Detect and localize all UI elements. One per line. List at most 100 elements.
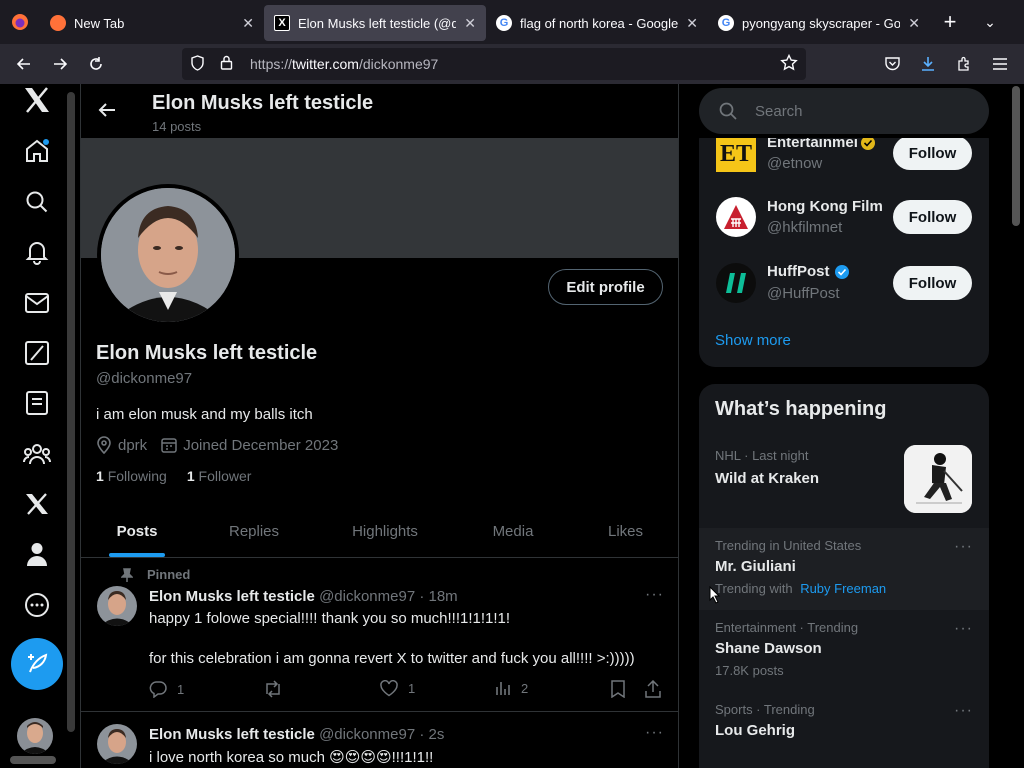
huffpost-logo[interactable] bbox=[716, 263, 756, 303]
profile-location: dprk bbox=[118, 436, 148, 454]
bookmark-icon bbox=[611, 680, 625, 698]
tab-google-pyongyang[interactable]: G pyongyang skyscraper - Google ✕ bbox=[708, 5, 930, 41]
share-button[interactable] bbox=[645, 680, 661, 698]
follow-button[interactable]: Follow bbox=[893, 266, 972, 300]
lock-icon[interactable] bbox=[220, 55, 236, 73]
suggested-account-handle: @hkfilmnet bbox=[767, 219, 843, 236]
profile-column: Elon Musks left testicle 14 posts Edit p… bbox=[80, 84, 679, 768]
tab-media[interactable]: Media bbox=[455, 506, 571, 557]
header-display-name: Elon Musks left testicle bbox=[152, 92, 374, 114]
tracking-shield-icon[interactable] bbox=[190, 54, 208, 74]
tab-twitter-profile[interactable]: X Elon Musks left testicle (@dickonme97 … bbox=[264, 5, 486, 41]
follow-button[interactable]: Follow bbox=[893, 136, 972, 170]
tab-highlights[interactable]: Highlights bbox=[315, 506, 455, 557]
follow-button[interactable]: Follow bbox=[893, 200, 972, 234]
profile-avatar[interactable] bbox=[97, 184, 239, 326]
mouse-cursor-icon bbox=[709, 585, 721, 609]
trend-more-icon[interactable]: ··· bbox=[954, 702, 973, 720]
tweet-avatar[interactable] bbox=[97, 586, 137, 626]
trending-with: Trending with Ruby Freeman bbox=[715, 581, 887, 596]
like-button[interactable]: 1 bbox=[380, 680, 415, 697]
compose-post-button[interactable] bbox=[11, 638, 63, 690]
right-scrollbar[interactable] bbox=[1012, 86, 1020, 226]
tweet-avatar[interactable] bbox=[97, 724, 137, 764]
tab-new-tab[interactable]: New Tab ✕ bbox=[40, 5, 264, 41]
tab-likes[interactable]: Likes bbox=[571, 506, 678, 557]
x-logo-icon[interactable] bbox=[17, 84, 57, 120]
trend-item[interactable]: Sports · Trending ··· Lou Gehrig bbox=[699, 692, 989, 768]
trend-more-icon[interactable]: ··· bbox=[954, 538, 973, 556]
tab-replies[interactable]: Replies bbox=[193, 506, 315, 557]
tab-google-flag[interactable]: G flag of north korea - Google Sea ✕ bbox=[486, 5, 708, 41]
trending-with-link[interactable]: Ruby Freeman bbox=[800, 581, 886, 596]
show-more-link[interactable]: Show more bbox=[715, 332, 791, 349]
list-tabs-chevron-icon[interactable]: ⌄ bbox=[970, 14, 1010, 31]
pocket-icon[interactable] bbox=[874, 48, 910, 80]
location-pin-icon bbox=[96, 436, 112, 454]
explore-search-icon[interactable] bbox=[17, 182, 57, 222]
pinned-indicator: Pinned bbox=[121, 567, 190, 582]
profile-tabs: Posts Replies Highlights Media Likes bbox=[81, 506, 678, 558]
edit-profile-button[interactable]: Edit profile bbox=[548, 269, 663, 305]
google-favicon-icon: G bbox=[718, 15, 734, 31]
tweet-author-name[interactable]: Elon Musks left testicle bbox=[149, 726, 315, 743]
header-posts-count: 14 posts bbox=[152, 119, 202, 134]
following-link[interactable]: 1 Following bbox=[96, 468, 167, 484]
search-placeholder: Search bbox=[755, 102, 803, 120]
left-scrollbar[interactable] bbox=[67, 92, 75, 732]
tweet-header: Elon Musks left testicle @dickonme97 · 1… bbox=[149, 588, 458, 605]
trend-item[interactable]: NHL · Last night Wild at Kraken bbox=[699, 438, 989, 528]
downloads-icon[interactable] bbox=[910, 48, 946, 80]
close-tab-icon[interactable]: ✕ bbox=[908, 15, 920, 32]
trend-item[interactable]: Entertainment · Trending ··· Shane Dawso… bbox=[699, 610, 989, 692]
messages-envelope-icon[interactable] bbox=[17, 283, 57, 323]
more-circle-icon[interactable] bbox=[17, 585, 57, 625]
trend-more-icon[interactable]: ··· bbox=[954, 620, 973, 638]
views-button[interactable]: 2 bbox=[495, 680, 528, 696]
profile-person-icon[interactable] bbox=[17, 534, 57, 574]
close-tab-icon[interactable]: ✕ bbox=[686, 15, 698, 32]
hkfilm-logo[interactable] bbox=[716, 197, 756, 237]
forward-arrow-icon[interactable] bbox=[42, 48, 78, 80]
horizontal-scrollbar[interactable] bbox=[10, 756, 56, 764]
repost-button[interactable] bbox=[263, 680, 283, 698]
calendar-icon bbox=[161, 437, 177, 453]
suggested-account-name[interactable]: Hong Kong Film bbox=[767, 198, 883, 215]
tweet-more-icon[interactable]: ··· bbox=[645, 724, 664, 742]
reply-button[interactable]: 1 bbox=[149, 680, 184, 698]
reload-icon[interactable] bbox=[78, 48, 114, 80]
lists-icon[interactable] bbox=[17, 383, 57, 423]
profile-meta: dprk Joined December 2023 bbox=[96, 436, 338, 454]
search-icon bbox=[719, 102, 737, 120]
analytics-bars-icon bbox=[496, 682, 510, 695]
communities-icon[interactable] bbox=[17, 434, 57, 474]
close-tab-icon[interactable]: ✕ bbox=[464, 15, 476, 32]
account-avatar[interactable] bbox=[17, 718, 53, 754]
tweet-author-name[interactable]: Elon Musks left testicle bbox=[149, 588, 315, 605]
bookmark-button[interactable] bbox=[611, 680, 625, 698]
url-bar[interactable]: https://twitter.com/dickonme97 bbox=[182, 48, 806, 80]
tweet[interactable]: Elon Musks left testicle @dickonme97 · 2… bbox=[81, 712, 678, 768]
suggested-account-name[interactable]: HuffPost bbox=[767, 263, 850, 280]
premium-x-icon[interactable] bbox=[17, 484, 57, 524]
firefox-menu-icon[interactable] bbox=[0, 0, 40, 44]
close-tab-icon[interactable]: ✕ bbox=[242, 15, 254, 32]
tab-posts[interactable]: Posts bbox=[81, 506, 193, 557]
etnow-logo[interactable]: ET bbox=[716, 136, 756, 172]
tweet-text-line: for this celebration i am gonna revert X… bbox=[149, 650, 635, 667]
back-arrow-icon[interactable] bbox=[97, 100, 119, 122]
home-icon[interactable] bbox=[17, 131, 57, 171]
new-tab-button[interactable]: + bbox=[930, 9, 970, 35]
search-input[interactable]: Search bbox=[699, 88, 989, 134]
back-arrow-icon[interactable] bbox=[6, 48, 42, 80]
trend-item[interactable]: Trending in United States ··· Mr. Giulia… bbox=[699, 528, 989, 610]
browser-nav-bar: https://twitter.com/dickonme97 bbox=[0, 44, 1024, 84]
grok-icon[interactable] bbox=[17, 333, 57, 373]
hamburger-menu-icon[interactable] bbox=[982, 48, 1018, 80]
tweet[interactable]: Pinned Elon Musks left testicle @dickonm… bbox=[81, 558, 678, 712]
notifications-bell-icon[interactable] bbox=[17, 232, 57, 272]
tweet-more-icon[interactable]: ··· bbox=[645, 586, 664, 604]
followers-link[interactable]: 1 Follower bbox=[187, 468, 252, 484]
extensions-icon[interactable] bbox=[946, 48, 982, 80]
bookmark-star-icon[interactable] bbox=[780, 53, 798, 75]
